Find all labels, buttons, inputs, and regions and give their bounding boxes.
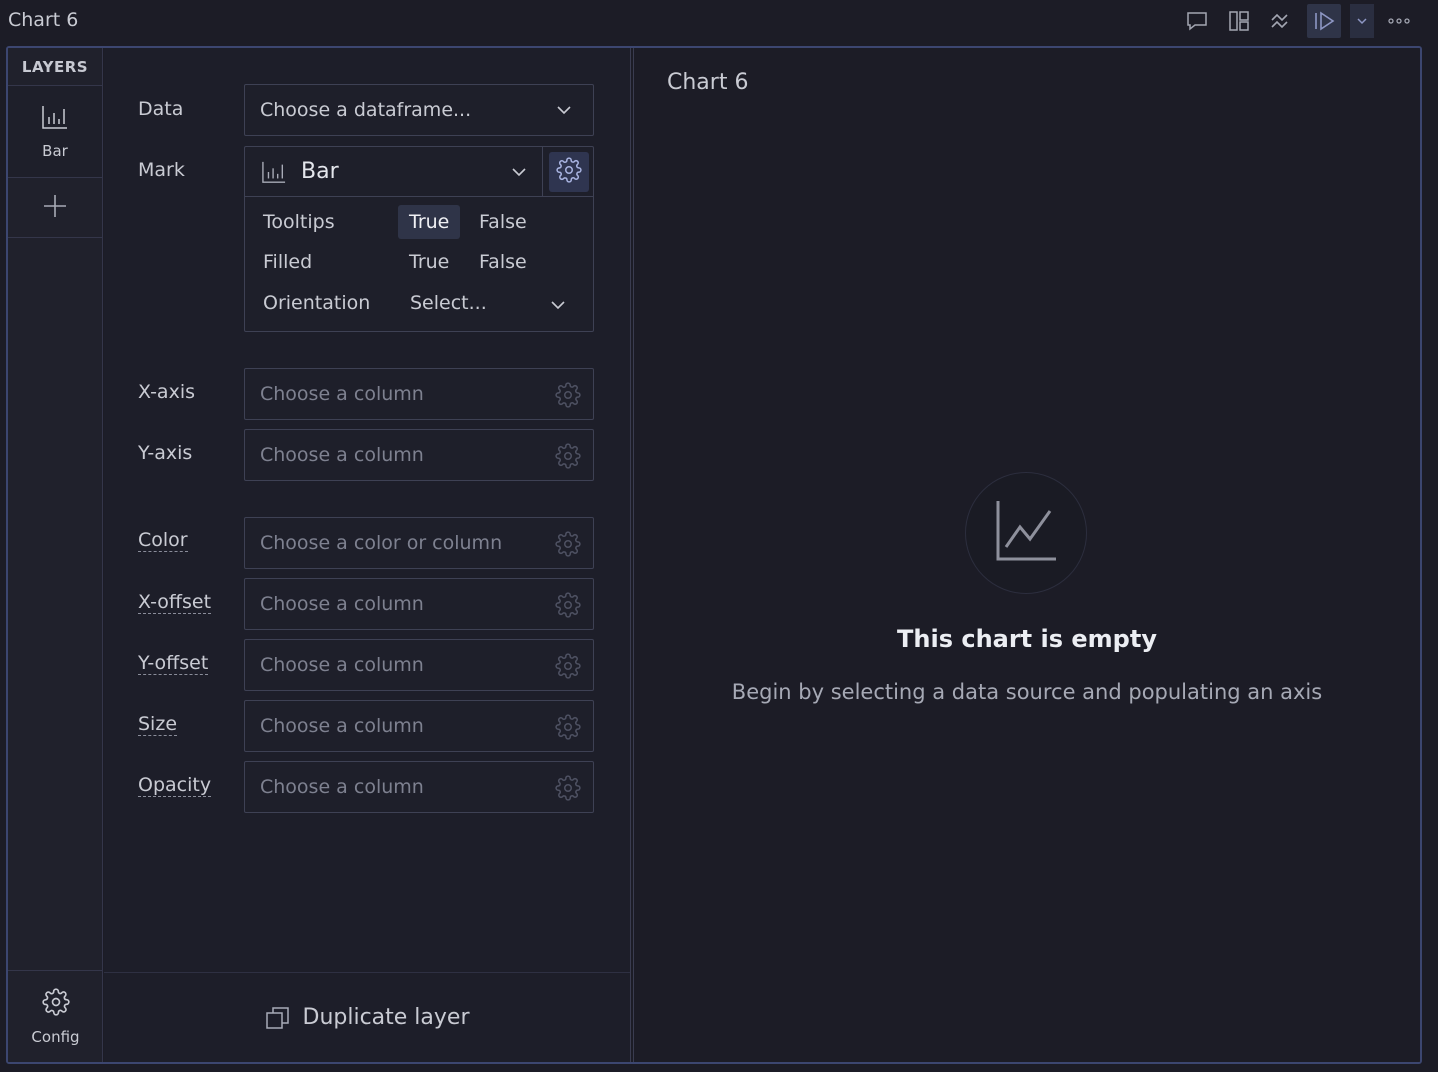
color-placeholder: Choose a color or column — [260, 532, 503, 554]
chart-preview: Chart 6 This chart is empty Begin by sel… — [634, 48, 1420, 1062]
tooltips-false-toggle[interactable]: False — [468, 205, 538, 239]
filled-option: Filled True False — [263, 245, 583, 279]
top-bar: Chart 6 — [0, 0, 1438, 42]
mark-select[interactable]: Bar — [245, 147, 543, 197]
more-icon[interactable] — [1382, 4, 1416, 38]
gear-icon[interactable] — [555, 775, 581, 806]
empty-state-subtitle: Begin by selecting a data source and pop… — [731, 680, 1323, 704]
run-options-chevron-icon[interactable] — [1350, 4, 1374, 38]
dataframe-select-value: Choose a dataframe... — [260, 99, 472, 121]
collapse-icon[interactable] — [1263, 4, 1297, 38]
bar-chart-icon — [261, 160, 287, 184]
y-offset-field[interactable]: Choose a column — [244, 639, 594, 691]
add-layer-button[interactable] — [8, 178, 102, 238]
layer-item-label: Bar — [42, 141, 68, 160]
config-button[interactable]: Config — [8, 970, 103, 1062]
layout-icon[interactable] — [1222, 4, 1256, 38]
layers-rail: LAYERS Bar Config — [8, 48, 103, 1062]
comment-icon[interactable] — [1180, 4, 1214, 38]
window-title: Chart 6 — [8, 9, 79, 31]
size-field[interactable]: Choose a column — [244, 700, 594, 752]
tooltips-label: Tooltips — [263, 211, 335, 233]
chart-title: Chart 6 — [667, 70, 749, 95]
duplicate-icon — [265, 1005, 291, 1031]
x-offset-field[interactable]: Choose a column — [244, 578, 594, 630]
empty-state-title: This chart is empty — [897, 625, 1157, 653]
layers-header: LAYERS — [8, 48, 102, 86]
gear-icon[interactable] — [555, 531, 581, 562]
filled-label: Filled — [263, 251, 313, 273]
opacity-placeholder: Choose a column — [260, 776, 424, 798]
layer-item-bar[interactable]: Bar — [8, 86, 102, 178]
tooltips-true-toggle[interactable]: True — [398, 205, 461, 239]
chevron-down-icon[interactable] — [549, 296, 567, 319]
y-offset-placeholder: Choose a column — [260, 654, 424, 676]
dataframe-select[interactable]: Choose a dataframe... — [244, 84, 594, 136]
plus-icon — [42, 193, 68, 223]
y-axis-field[interactable]: Choose a column — [244, 429, 594, 481]
duplicate-layer-label: Duplicate layer — [302, 1005, 470, 1030]
chart-editor-frame: LAYERS Bar Config Data Choose a datafram… — [6, 46, 1422, 1064]
filled-false-toggle[interactable]: False — [468, 245, 538, 279]
orientation-select[interactable]: Select... — [410, 292, 487, 314]
filled-true-toggle[interactable]: True — [398, 245, 460, 279]
bar-chart-icon — [41, 104, 69, 134]
orientation-label: Orientation — [263, 292, 371, 314]
gear-icon[interactable] — [555, 592, 581, 623]
orientation-option: Orientation Select... — [263, 286, 583, 320]
size-label[interactable]: Size — [138, 713, 178, 736]
properties-panel: Data Choose a dataframe... Mark Bar Tool… — [104, 48, 630, 1062]
x-offset-placeholder: Choose a column — [260, 593, 424, 615]
gear-icon[interactable] — [555, 714, 581, 745]
gear-icon[interactable] — [555, 653, 581, 684]
opacity-label[interactable]: Opacity — [138, 774, 212, 797]
mark-config-box: Bar Tooltips True False Filled True Fals… — [244, 146, 594, 332]
x-axis-field[interactable]: Choose a column — [244, 368, 594, 420]
duplicate-layer-button[interactable]: Duplicate layer — [104, 972, 630, 1062]
data-label: Data — [138, 98, 184, 120]
run-icon[interactable] — [1307, 4, 1341, 38]
chevron-down-icon — [510, 162, 528, 187]
x-offset-label[interactable]: X-offset — [138, 591, 212, 614]
line-chart-icon — [994, 499, 1058, 567]
y-axis-label: Y-axis — [138, 442, 193, 464]
y-offset-label[interactable]: Y-offset — [138, 652, 209, 675]
gear-icon — [41, 987, 70, 1020]
size-placeholder: Choose a column — [260, 715, 424, 737]
y-axis-placeholder: Choose a column — [260, 444, 424, 466]
tooltips-option: Tooltips True False — [263, 205, 583, 239]
x-axis-label: X-axis — [138, 381, 195, 403]
empty-state-badge — [965, 472, 1087, 594]
x-axis-placeholder: Choose a column — [260, 383, 424, 405]
gear-icon[interactable] — [555, 443, 581, 474]
color-field[interactable]: Choose a color or column — [244, 517, 594, 569]
chevron-down-icon — [555, 101, 573, 124]
mark-label: Mark — [138, 159, 185, 181]
gear-icon[interactable] — [555, 382, 581, 413]
opacity-field[interactable]: Choose a column — [244, 761, 594, 813]
mark-select-value: Bar — [301, 159, 339, 184]
config-label: Config — [31, 1027, 80, 1046]
gear-icon — [555, 156, 582, 187]
mark-settings-button[interactable] — [543, 147, 594, 197]
color-label[interactable]: Color — [138, 529, 188, 552]
